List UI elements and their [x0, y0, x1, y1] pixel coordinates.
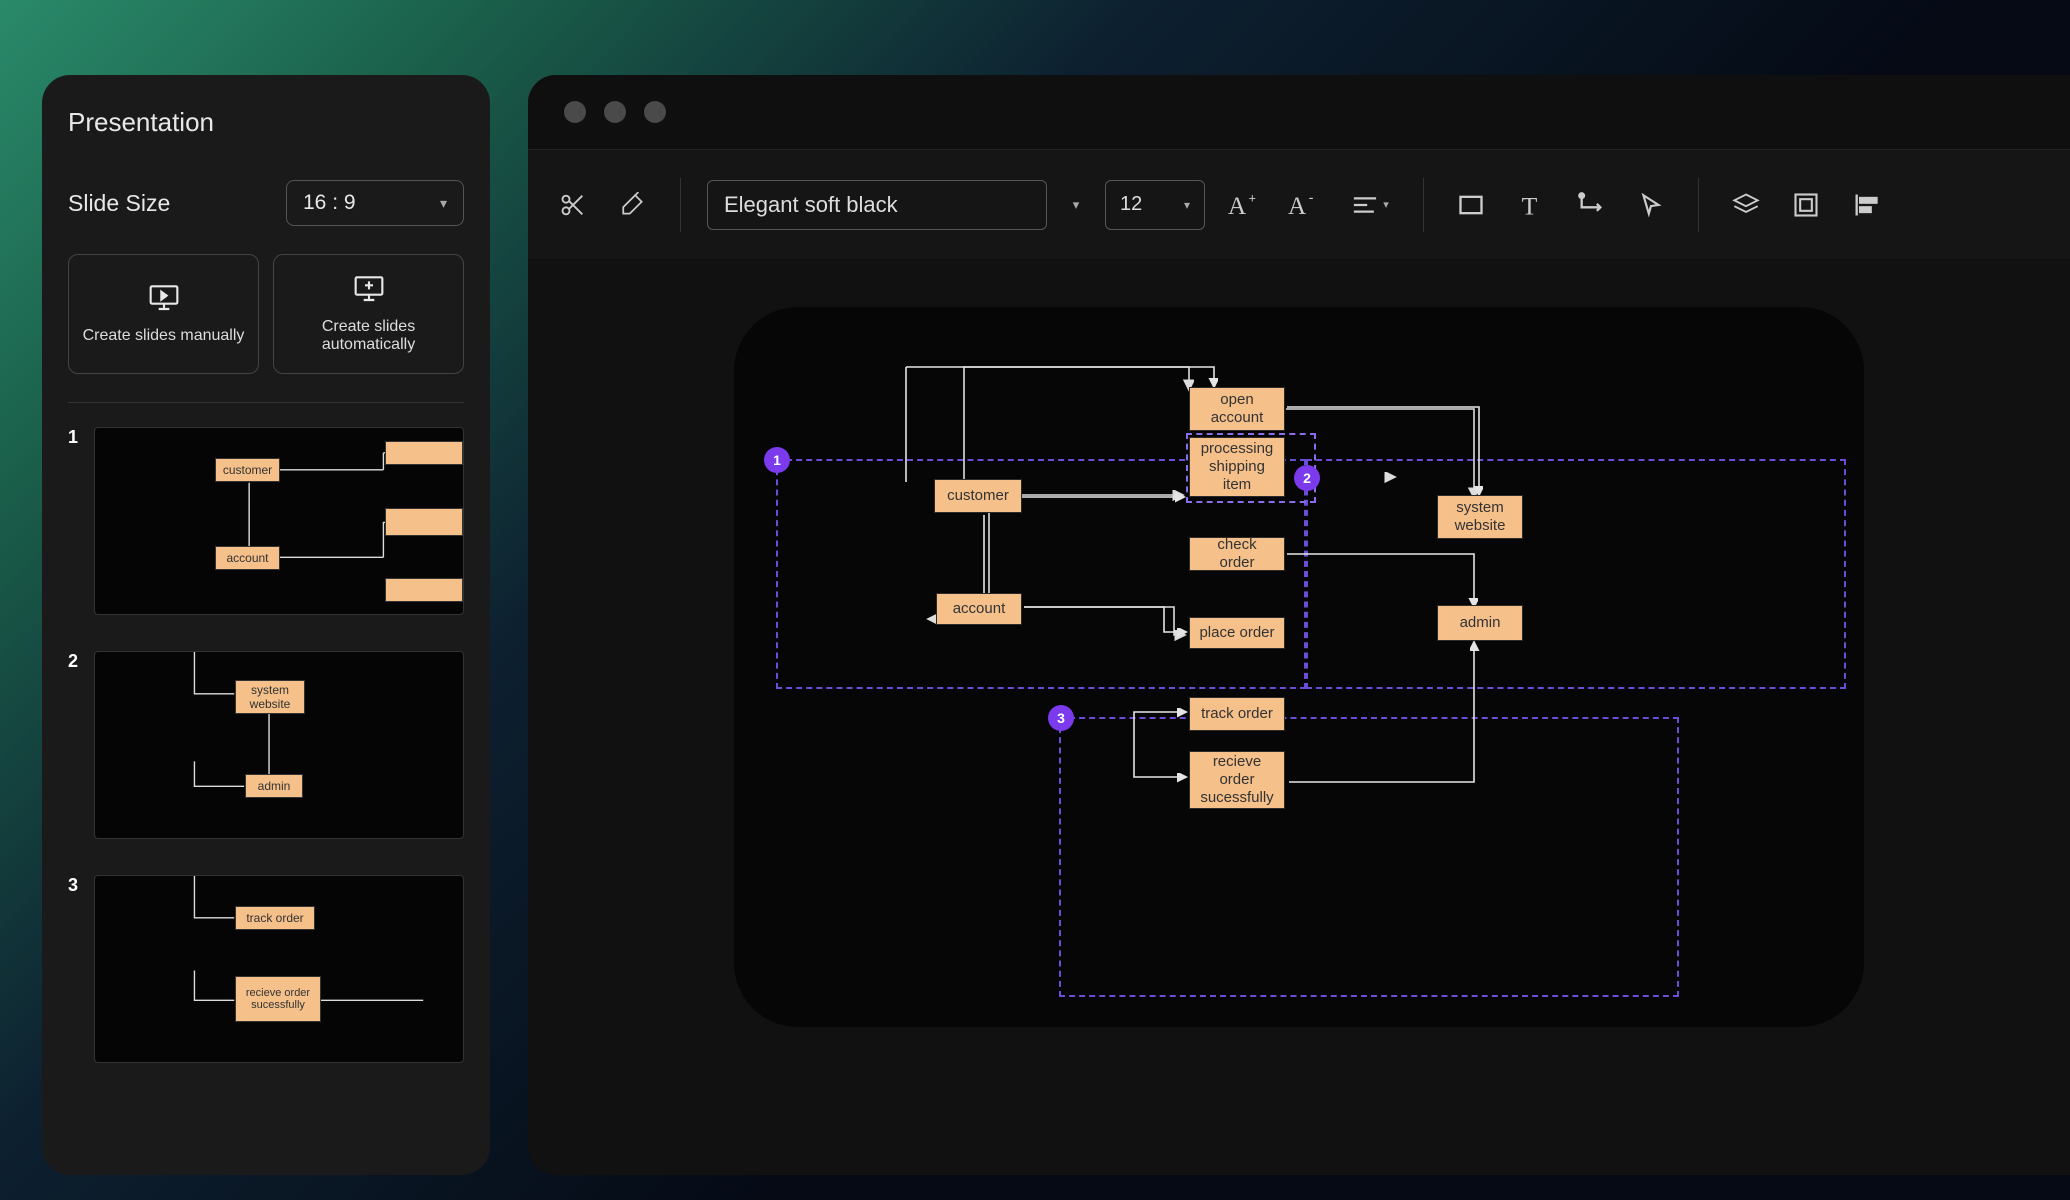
thumb-node — [385, 578, 463, 602]
thumb-node: system website — [235, 680, 305, 714]
create-buttons-row: Create slides manually Create slides aut… — [68, 254, 464, 374]
format-painter-button[interactable] — [612, 184, 654, 226]
toolbar: Elegant soft black ▾ 12 ▾ A + A - ▾ — [528, 149, 2070, 259]
align-button[interactable]: ▾ — [1343, 184, 1397, 226]
slide-size-value: 16 : 9 — [303, 191, 356, 215]
create-slides-manually-button[interactable]: Create slides manually — [68, 254, 259, 374]
chevron-down-icon: ▾ — [1073, 197, 1080, 213]
divider — [68, 402, 464, 403]
cut-button[interactable] — [552, 184, 594, 226]
thumb-node: customer — [215, 458, 280, 482]
scissors-icon — [559, 191, 587, 219]
presentation-panel: Presentation Slide Size 16 : 9 ▾ Create … — [42, 75, 490, 1175]
create-manual-label: Create slides manually — [83, 327, 245, 345]
canvas-area[interactable]: 1 2 3 open account customer processing s… — [528, 259, 2070, 1175]
thumb-node: admin — [245, 774, 303, 798]
node-system-website[interactable]: system website — [1437, 495, 1523, 539]
font-increase-icon: A + — [1228, 191, 1260, 219]
create-auto-label: Create slides automatically — [274, 318, 463, 354]
diagram-wires-main — [734, 307, 1864, 1027]
cursor-icon — [1638, 192, 1664, 218]
node-processing[interactable]: processing shipping item — [1189, 437, 1285, 497]
group-icon — [1792, 191, 1820, 219]
slide-thumb-1-row: 1 customer account — [68, 427, 464, 615]
slide-size-select[interactable]: 16 : 9 ▾ — [286, 180, 464, 226]
rectangle-icon — [1457, 191, 1485, 219]
presentation-icon — [148, 283, 180, 311]
connector-button[interactable] — [1570, 184, 1612, 226]
align-objects-icon — [1852, 191, 1880, 219]
slide-size-row: Slide Size 16 : 9 ▾ — [68, 180, 464, 226]
toolbar-separator — [1698, 178, 1699, 232]
chevron-down-icon: ▾ — [440, 195, 447, 212]
node-recieve-order[interactable]: recieve order sucessfully — [1189, 751, 1285, 809]
slide-thumb-number: 2 — [68, 651, 86, 672]
node-customer[interactable]: customer — [934, 479, 1022, 513]
svg-text:A: A — [1288, 193, 1306, 219]
group-button[interactable] — [1785, 184, 1827, 226]
style-dropdown-button[interactable]: ▾ — [1065, 180, 1087, 230]
thumb-node: recieve order sucessfully — [235, 976, 321, 1022]
shape-button[interactable] — [1450, 184, 1492, 226]
layers-button[interactable] — [1725, 184, 1767, 226]
style-value: Elegant soft black — [724, 192, 898, 218]
thumb-node: account — [215, 546, 280, 570]
chevron-down-icon: ▾ — [1383, 198, 1389, 211]
toolbar-separator — [680, 178, 681, 232]
font-decrease-icon: A - — [1288, 191, 1320, 219]
traffic-light-minimize[interactable] — [604, 101, 626, 123]
traffic-light-close[interactable] — [564, 101, 586, 123]
editor-window: Elegant soft black ▾ 12 ▾ A + A - ▾ — [528, 75, 2070, 1175]
thumb-node — [385, 508, 463, 536]
slide-thumb-number: 3 — [68, 875, 86, 896]
presentation-plus-icon — [353, 274, 385, 302]
thumb-node: track order — [235, 906, 315, 930]
panel-title: Presentation — [68, 107, 464, 138]
node-open-account[interactable]: open account — [1189, 387, 1285, 431]
node-place-order[interactable]: place order — [1189, 617, 1285, 649]
group-marker-2[interactable]: 2 — [1294, 465, 1320, 491]
connector-icon — [1577, 191, 1605, 219]
chevron-down-icon: ▾ — [1184, 198, 1190, 212]
align-left-icon — [1351, 195, 1379, 215]
slide-thumb-2-row: 2 system website admin — [68, 651, 464, 839]
create-slides-automatically-button[interactable]: Create slides automatically — [273, 254, 464, 374]
thumb-node — [385, 441, 463, 465]
text-icon: T — [1517, 191, 1545, 219]
node-account[interactable]: account — [936, 593, 1022, 625]
slide-thumb-3-row: 3 track order recieve order sucessfully — [68, 875, 464, 1063]
slide-thumb-1[interactable]: customer account — [94, 427, 464, 615]
font-size-value: 12 — [1120, 193, 1142, 216]
group-marker-1[interactable]: 1 — [764, 447, 790, 473]
slide-size-label: Slide Size — [68, 190, 170, 217]
slide-canvas[interactable]: 1 2 3 open account customer processing s… — [734, 307, 1864, 1027]
pointer-button[interactable] — [1630, 184, 1672, 226]
increase-font-button[interactable]: A + — [1223, 184, 1265, 226]
toolbar-separator — [1423, 178, 1424, 232]
slide-thumb-3[interactable]: track order recieve order sucessfully — [94, 875, 464, 1063]
group-marker-3[interactable]: 3 — [1048, 705, 1074, 731]
layers-icon — [1732, 191, 1760, 219]
traffic-light-zoom[interactable] — [644, 101, 666, 123]
svg-text:+: + — [1249, 191, 1256, 205]
paint-icon — [620, 192, 646, 218]
node-check-order[interactable]: check order — [1189, 537, 1285, 571]
svg-text:-: - — [1309, 191, 1314, 207]
slide-thumb-2[interactable]: system website admin — [94, 651, 464, 839]
style-select[interactable]: Elegant soft black — [707, 180, 1047, 230]
svg-text:T: T — [1522, 191, 1538, 219]
window-titlebar — [528, 75, 2070, 149]
text-button[interactable]: T — [1510, 184, 1552, 226]
svg-text:A: A — [1228, 193, 1246, 219]
decrease-font-button[interactable]: A - — [1283, 184, 1325, 226]
slide-thumb-number: 1 — [68, 427, 86, 448]
node-admin[interactable]: admin — [1437, 605, 1523, 641]
node-track-order[interactable]: track order — [1189, 697, 1285, 731]
font-size-select[interactable]: 12 ▾ — [1105, 180, 1205, 230]
align-objects-button[interactable] — [1845, 184, 1887, 226]
